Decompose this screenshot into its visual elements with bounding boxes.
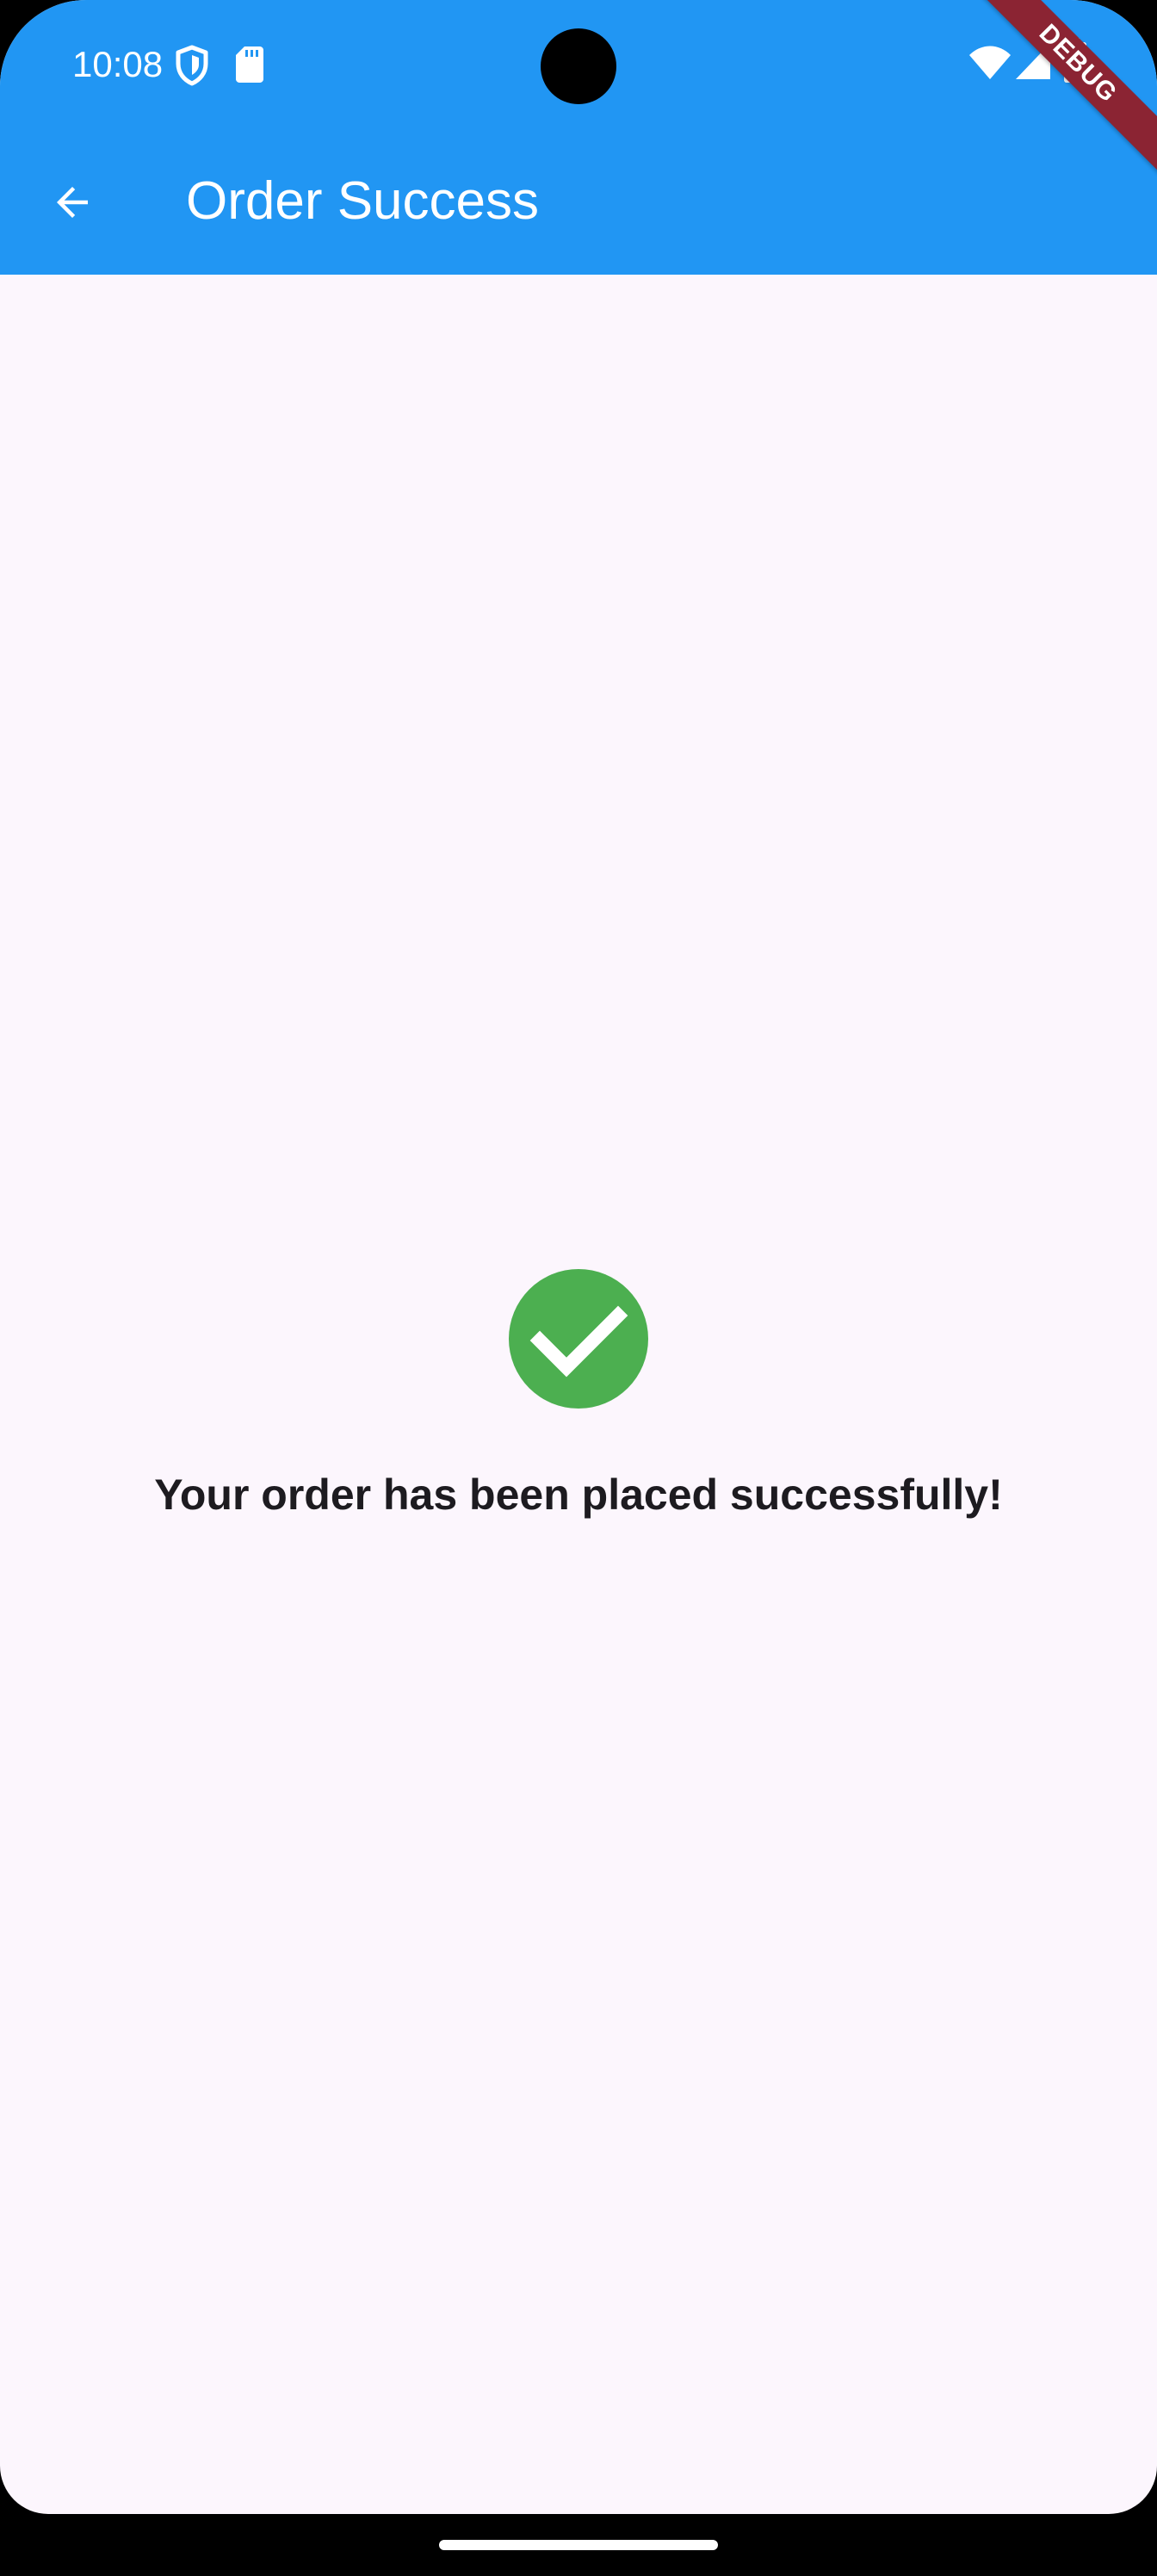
page-title: Order Success	[186, 171, 540, 231]
sd-card-icon	[236, 46, 263, 83]
shield-icon	[176, 45, 208, 86]
check-circle-icon	[509, 1269, 648, 1409]
back-button[interactable]	[31, 161, 114, 244]
app-screen: 10:08 Order Success DEBUG Your order has…	[0, 0, 1157, 2514]
toolbar: Order Success	[0, 129, 1157, 275]
camera-cutout	[541, 28, 616, 104]
success-message: Your order has been placed successfully!	[154, 1471, 1003, 1519]
success-content: Your order has been placed successfully!	[0, 1269, 1157, 1522]
status-time: 10:08	[72, 44, 164, 84]
wifi-icon	[969, 46, 1011, 79]
arrow-back-icon	[57, 187, 88, 218]
home-indicator[interactable]	[439, 2540, 718, 2550]
app-header: 10:08 Order Success DEBUG	[0, 0, 1157, 275]
